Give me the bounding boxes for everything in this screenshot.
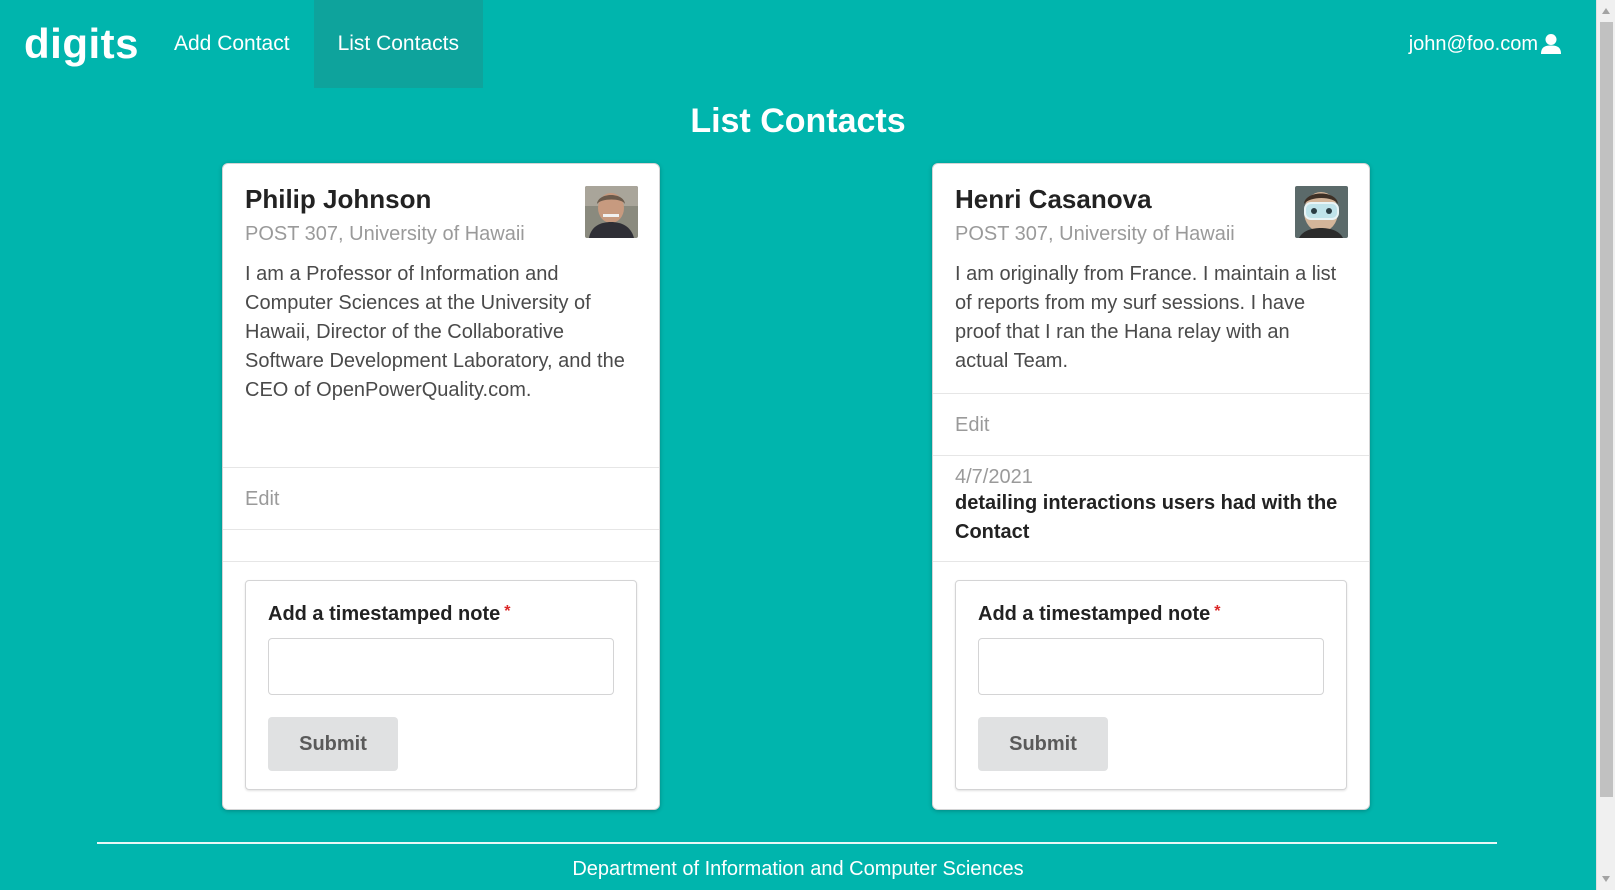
contact-description: I am originally from France. I maintain … bbox=[955, 263, 1337, 372]
add-note-form: Add a timestamped note * Submit bbox=[955, 580, 1347, 790]
edit-link[interactable]: Edit bbox=[933, 394, 1369, 457]
contact-card: Henri Casanova POST 307, University of H… bbox=[932, 163, 1370, 810]
brand-logo[interactable]: digits bbox=[0, 0, 150, 88]
user-icon bbox=[1540, 33, 1562, 55]
nav-add-contact[interactable]: Add Contact bbox=[150, 0, 314, 88]
edit-section: Edit bbox=[933, 393, 1369, 457]
card-content: Philip Johnson POST 307, University of H… bbox=[223, 164, 659, 405]
note-field-label: Add a timestamped note * bbox=[268, 603, 614, 626]
contact-name: Henri Casanova bbox=[955, 184, 1152, 214]
note-text: detailing interactions users had with th… bbox=[955, 492, 1338, 543]
nav-list-contacts[interactable]: List Contacts bbox=[313, 0, 483, 88]
contact-card: Philip Johnson POST 307, University of H… bbox=[222, 163, 660, 810]
form-divider bbox=[223, 561, 659, 562]
notes-section bbox=[223, 529, 659, 561]
note-label-text: Add a timestamped note bbox=[268, 603, 501, 625]
avatar bbox=[1295, 186, 1348, 238]
vertical-scrollbar[interactable] bbox=[1596, 0, 1615, 890]
note-input[interactable] bbox=[268, 638, 614, 695]
submit-button[interactable]: Submit bbox=[268, 717, 398, 771]
contact-address: POST 307, University of Hawaii bbox=[245, 223, 525, 245]
note-field-label: Add a timestamped note * bbox=[978, 603, 1324, 626]
contact-address: POST 307, University of Hawaii bbox=[955, 223, 1235, 245]
contact-name: Philip Johnson bbox=[245, 184, 432, 214]
add-note-form: Add a timestamped note * Submit bbox=[245, 580, 637, 790]
required-mark: * bbox=[1214, 603, 1221, 620]
card-content: Henri Casanova POST 307, University of H… bbox=[933, 164, 1369, 376]
footer-divider bbox=[97, 842, 1497, 844]
top-navbar: digits Add Contact List Contacts john@fo… bbox=[0, 0, 1596, 88]
notes-section: 4/7/2021 detailing interactions users ha… bbox=[933, 455, 1369, 557]
scroll-down-icon[interactable] bbox=[1602, 876, 1610, 882]
scroll-thumb[interactable] bbox=[1600, 22, 1613, 797]
submit-button[interactable]: Submit bbox=[978, 717, 1108, 771]
note-date: 4/7/2021 bbox=[955, 466, 1033, 488]
edit-link[interactable]: Edit bbox=[223, 468, 659, 531]
user-menu[interactable]: john@foo.com bbox=[1409, 0, 1596, 88]
avatar bbox=[585, 186, 638, 238]
form-divider bbox=[933, 561, 1369, 562]
footer-text: Department of Information and Computer S… bbox=[572, 858, 1024, 880]
user-email: john@foo.com bbox=[1408, 32, 1538, 55]
note-label-text: Add a timestamped note bbox=[978, 603, 1211, 625]
contact-description: I am a Professor of Information and Comp… bbox=[245, 263, 625, 401]
edit-section: Edit bbox=[223, 467, 659, 531]
page-title: List Contacts bbox=[690, 102, 906, 140]
note-input[interactable] bbox=[978, 638, 1324, 695]
scroll-up-icon[interactable] bbox=[1602, 8, 1610, 14]
required-mark: * bbox=[504, 603, 511, 620]
